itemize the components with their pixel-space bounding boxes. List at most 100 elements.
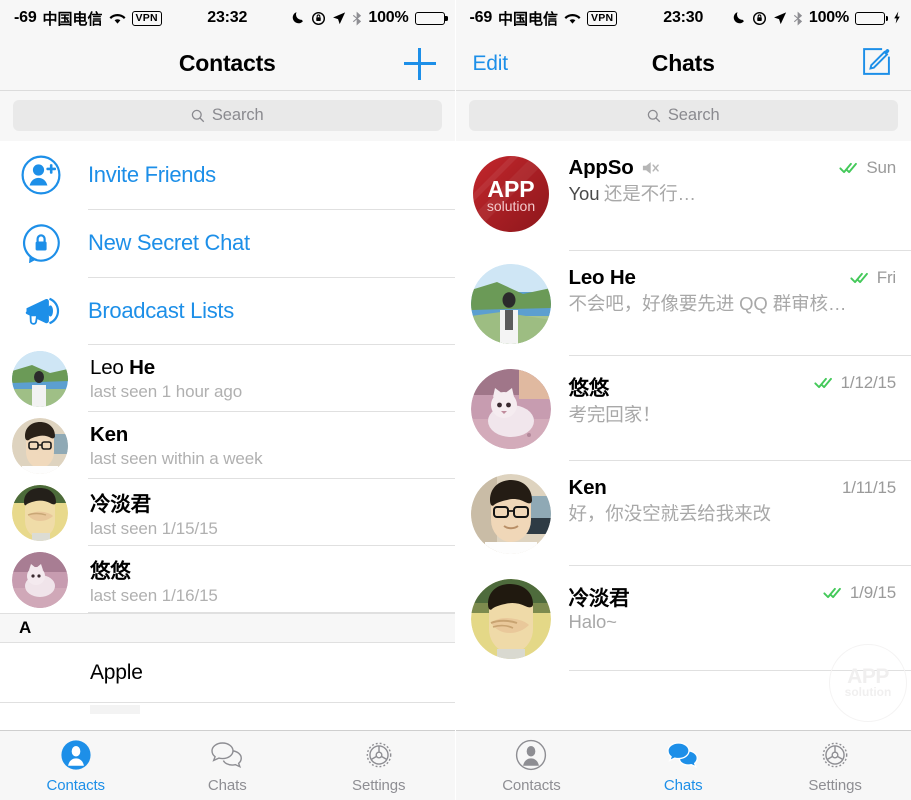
chat-meta: Sun <box>839 156 896 178</box>
lock-bubble-icon <box>21 223 61 264</box>
edit-button[interactable]: Edit <box>472 36 509 91</box>
megaphone-icon <box>21 291 61 331</box>
contact-text: Ken last seen within a week <box>90 423 263 469</box>
status-left-group: -69 中国电信 VPN <box>14 0 162 36</box>
person-outline-icon <box>512 738 550 772</box>
tab-contacts[interactable]: Contacts <box>456 738 608 794</box>
contact-row[interactable]: Leo He last seen 1 hour ago <box>0 345 455 412</box>
contact-name: 悠悠 <box>90 559 131 583</box>
contact-row[interactable]: Ken last seen within a week <box>0 412 455 479</box>
nav-bar-contacts: Contacts <box>0 36 455 91</box>
battery-percent: 100% <box>368 9 409 26</box>
contact-name: Apple <box>90 661 143 684</box>
watermark-line2: solution <box>844 685 892 699</box>
search-icon <box>647 109 661 123</box>
action-broadcast-lists[interactable]: Broadcast Lists <box>0 277 455 345</box>
contact-name: Leo He <box>90 355 155 379</box>
chat-header-row: Ken 1/11/15 <box>569 476 897 500</box>
contacts-list: Leo He last seen 1 hour ago Ken last see… <box>0 345 455 613</box>
chat-header-row: Leo He Fri <box>569 266 897 290</box>
contact-row[interactable]: 悠悠 last seen 1/16/15 <box>0 546 455 613</box>
bluetooth-icon <box>352 11 362 26</box>
tab-label: Contacts <box>502 776 561 794</box>
search-input[interactable]: Search <box>468 100 898 131</box>
chat-body: Ken 1/11/15 好，你没空就丢给我来改 <box>569 474 897 566</box>
partial-next-row <box>0 703 455 717</box>
chat-bubbles-filled-icon <box>664 738 702 772</box>
tab-settings[interactable]: Settings <box>303 738 455 794</box>
clock-time: 23:32 <box>207 9 248 26</box>
chat-name: Leo He <box>568 266 636 289</box>
action-invite-friends[interactable]: Invite Friends <box>0 141 455 209</box>
battery-icon <box>855 11 888 25</box>
svg-text:solution: solution <box>486 198 534 214</box>
contact-text: 悠悠 last seen 1/16/15 <box>90 554 218 606</box>
tab-chats[interactable]: Chats <box>152 738 304 794</box>
contact-row-apple[interactable]: Apple <box>0 643 455 703</box>
signal-strength: -69 <box>14 9 37 26</box>
vpn-badge: VPN <box>587 10 618 26</box>
dual-screenshot: -69 中国电信 VPN 23:32 100% Contacts Search … <box>0 0 911 800</box>
contact-status: last seen 1/16/15 <box>90 585 218 605</box>
tab-chats[interactable]: Chats <box>607 738 759 794</box>
tab-label: Contacts <box>46 776 106 794</box>
signal-strength: -69 <box>469 9 493 26</box>
location-arrow-icon <box>332 11 346 25</box>
chat-name: AppSo <box>568 156 634 179</box>
status-bar-right: -69 中国电信 VPN 23:30 100% <box>455 0 911 36</box>
double-check-read-icon <box>839 161 861 175</box>
rotation-lock-icon <box>752 11 767 26</box>
carrier-name: 中国电信 <box>42 10 103 28</box>
status-left-group: -69 中国电信 VPN <box>470 0 618 36</box>
chat-row[interactable]: Leo He Fri 不会吧，好像要先进 QQ 群审核… <box>455 251 911 356</box>
tab-label: Chats <box>663 776 703 794</box>
tab-label: Settings <box>352 776 406 794</box>
clock-time: 23:30 <box>663 9 704 26</box>
chat-row[interactable]: Ken 1/11/15 好，你没空就丢给我来改 <box>455 461 911 566</box>
chat-preview: 好，你没空就丢给我来改 <box>568 503 772 524</box>
status-bar-left: -69 中国电信 VPN 23:32 100% <box>0 0 455 36</box>
gear-icon <box>360 738 398 772</box>
avatar <box>12 417 68 474</box>
chat-row[interactable]: APP solution AppSo Sun You 还是不行… <box>455 141 911 251</box>
status-right-group: 100% <box>732 0 901 36</box>
compose-button[interactable] <box>861 36 892 91</box>
carrier-name: 中国电信 <box>498 10 559 28</box>
chat-header-row: AppSo Sun <box>569 156 897 180</box>
contact-status: last seen 1 hour ago <box>90 381 243 401</box>
edit-label: Edit <box>472 51 509 75</box>
search-placeholder: Search <box>211 106 264 124</box>
battery-percent: 100% <box>808 9 849 26</box>
chat-row[interactable]: 悠悠 1/12/15 考完回家！ <box>455 356 911 461</box>
search-input[interactable]: Search <box>13 100 442 131</box>
gear-icon <box>816 738 854 772</box>
plus-icon <box>403 47 436 80</box>
chat-preview: 还是不行… <box>603 183 696 204</box>
tab-settings[interactable]: Settings <box>759 738 911 794</box>
contact-status: last seen within a week <box>90 448 263 468</box>
person-add-icon <box>21 155 61 195</box>
nav-bar-chats: Edit Chats <box>455 36 911 91</box>
add-contact-button[interactable] <box>403 36 436 91</box>
chat-header-row: 悠悠 1/12/15 <box>569 371 897 401</box>
chat-meta: Fri <box>850 266 896 288</box>
chat-meta: 1/11/15 <box>842 476 896 498</box>
moon-icon <box>732 10 746 27</box>
page-title: Contacts <box>178 49 276 76</box>
action-label: New Secret Chat <box>88 230 250 255</box>
action-label: Broadcast Lists <box>88 298 234 323</box>
status-right-group: 100% <box>291 0 448 36</box>
chat-name: 悠悠 <box>568 377 610 400</box>
chat-row[interactable]: 冷淡君 1/9/15 Halo~ <box>455 566 911 671</box>
contact-text: 冷淡君 last seen 1/15/15 <box>90 487 218 539</box>
contact-row[interactable]: 冷淡君 last seen 1/15/15 <box>0 479 455 546</box>
double-check-read-icon <box>814 376 836 390</box>
avatar: APP solution <box>470 154 551 234</box>
avatar <box>12 551 68 608</box>
chat-sender: You <box>568 183 600 204</box>
wifi-icon <box>564 12 581 25</box>
chat-header-row: 冷淡君 1/9/15 <box>569 581 897 611</box>
tab-contacts[interactable]: Contacts <box>0 738 152 794</box>
right-phone-screen: -69 中国电信 VPN 23:30 100% Edit Chats Searc… <box>455 0 911 800</box>
action-new-secret-chat[interactable]: New Secret Chat <box>0 209 455 277</box>
